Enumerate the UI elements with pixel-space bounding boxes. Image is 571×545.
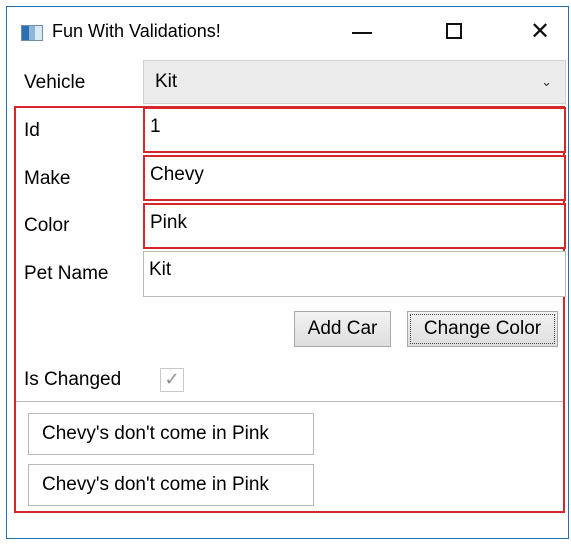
is-changed-checkbox[interactable]: ✓ bbox=[160, 368, 184, 392]
id-field[interactable]: 1 bbox=[143, 107, 566, 153]
chevron-down-icon: ⌄ bbox=[541, 75, 552, 90]
window-title: Fun With Validations! bbox=[52, 21, 221, 41]
checkmark-icon: ✓ bbox=[164, 369, 180, 390]
pet-name-value: Kit bbox=[149, 259, 172, 280]
pet-name-field[interactable]: Kit bbox=[143, 251, 566, 297]
vehicle-label: Vehicle bbox=[24, 72, 86, 93]
close-button[interactable]: ✕ bbox=[510, 7, 570, 55]
make-value: Chevy bbox=[150, 164, 204, 185]
is-changed-label: Is Changed bbox=[24, 369, 122, 390]
vehicle-selected-value: Kit bbox=[155, 71, 178, 92]
color-value: Pink bbox=[150, 212, 187, 233]
minimize-icon bbox=[352, 31, 372, 34]
validation-message: Chevy's don't come in Pink bbox=[28, 464, 314, 506]
make-label: Make bbox=[24, 168, 71, 189]
id-label: Id bbox=[24, 120, 40, 141]
title-bar[interactable]: Fun With Validations! ✕ bbox=[7, 7, 568, 55]
close-icon: ✕ bbox=[529, 17, 551, 45]
color-field[interactable]: Pink bbox=[143, 203, 566, 249]
make-field[interactable]: Chevy bbox=[143, 155, 566, 201]
vehicle-select[interactable]: Kit ⌄ bbox=[143, 60, 566, 104]
change-color-button[interactable]: Change Color bbox=[407, 311, 558, 347]
maximize-button[interactable] bbox=[424, 7, 484, 55]
app-window-icon bbox=[21, 25, 43, 41]
color-label: Color bbox=[24, 215, 70, 236]
minimize-button[interactable] bbox=[332, 7, 392, 55]
validation-message: Chevy's don't come in Pink bbox=[28, 413, 314, 455]
id-value: 1 bbox=[150, 116, 161, 137]
pet-name-label: Pet Name bbox=[24, 263, 109, 284]
maximize-icon bbox=[446, 23, 462, 39]
add-car-button[interactable]: Add Car bbox=[294, 311, 391, 347]
